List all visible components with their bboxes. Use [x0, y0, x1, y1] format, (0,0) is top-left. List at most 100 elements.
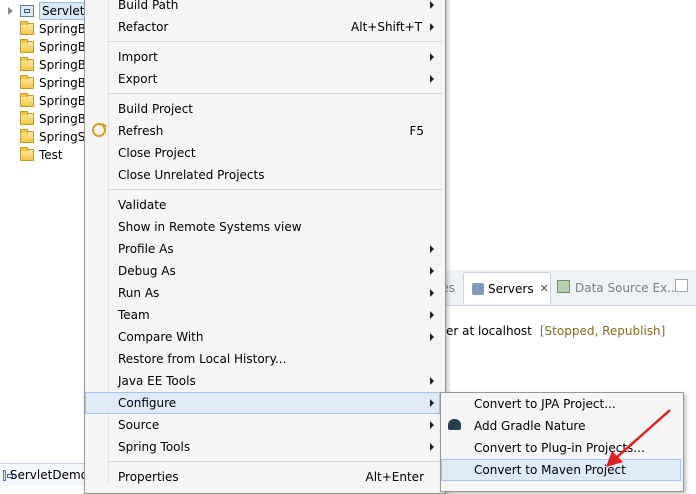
menu-item-profile-as[interactable]: Profile As — [85, 238, 440, 260]
tree-item[interactable]: Test — [0, 146, 63, 164]
menu-separator — [109, 93, 442, 94]
menu-item-run-as[interactable]: Run As — [85, 282, 440, 304]
menu-item-debug-as[interactable]: Debug As — [85, 260, 440, 282]
menu-item-team[interactable]: Team — [85, 304, 440, 326]
tab-label: Servers — [488, 281, 534, 296]
menu-item-label: Spring Tools — [118, 440, 191, 454]
menu-item-label: Profile As — [118, 242, 174, 256]
menu-item-compare-with[interactable]: Compare With — [85, 326, 440, 348]
submenu-item-add-gradle-nature[interactable]: Add Gradle Nature — [441, 415, 681, 437]
refresh-icon — [92, 123, 107, 137]
menu-separator — [109, 41, 442, 42]
servers-icon — [472, 282, 484, 295]
folder-icon — [20, 129, 34, 143]
folder-icon — [20, 57, 34, 71]
menu-item-label: Refresh — [118, 124, 164, 138]
menu-accelerator: Alt+Enter — [365, 470, 424, 484]
submenu-arrow-icon — [430, 245, 434, 253]
menu-item-label: Convert to Maven Project — [474, 463, 626, 477]
submenu-item-convert-to-plugin[interactable]: Convert to Plug-in Projects... — [441, 437, 681, 459]
menu-item-refresh[interactable]: Refresh F5 — [85, 120, 440, 142]
tab-label: ServletDemo — [9, 468, 88, 482]
tree-item-label: Test — [39, 148, 63, 162]
gradle-elephant-icon — [448, 419, 461, 430]
tree-item[interactable]: SpringB — [0, 92, 86, 110]
menu-item-configure[interactable]: Configure — [85, 392, 440, 414]
folder-icon — [20, 75, 34, 89]
submenu-arrow-icon — [430, 289, 434, 297]
menu-item-label: Close Unrelated Projects — [118, 168, 265, 182]
submenu-arrow-icon — [430, 267, 434, 275]
menu-item-spring-tools[interactable]: Spring Tools — [85, 436, 440, 458]
tree-item-label: SpringB — [39, 22, 86, 36]
menu-item-export[interactable]: Export — [85, 68, 440, 90]
web-project-icon — [3, 469, 13, 481]
submenu-item-convert-to-jpa[interactable]: Convert to JPA Project... — [441, 393, 681, 415]
submenu-arrow-icon — [430, 1, 434, 9]
menu-item-label: Run As — [118, 286, 160, 300]
menu-item-restore-local-history[interactable]: Restore from Local History... — [85, 348, 440, 370]
tree-item[interactable]: SpringB — [0, 56, 86, 74]
menu-item-label: Properties — [118, 470, 179, 484]
data-source-icon — [557, 280, 570, 293]
menu-item-label: Validate — [118, 198, 167, 212]
submenu-arrow-icon — [430, 421, 434, 429]
tab-data-source-explorer[interactable]: Data Source Ex... — [575, 281, 679, 295]
folder-icon — [20, 39, 34, 53]
menu-item-build-project[interactable]: Build Project — [85, 98, 440, 120]
menu-item-label: Source — [118, 418, 160, 432]
menu-item-label: Refactor — [118, 20, 169, 34]
menu-item-label: Add Gradle Nature — [474, 419, 586, 433]
tree-item[interactable]: SpringB — [0, 38, 86, 56]
menu-item-build-path[interactable]: Build Path — [85, 0, 440, 16]
submenu-item-convert-to-maven[interactable]: Convert to Maven Project — [441, 459, 681, 481]
submenu-arrow-icon — [430, 23, 434, 31]
tree-item[interactable]: SpringSe — [0, 128, 93, 146]
menu-item-label: Convert to JPA Project... — [474, 397, 616, 411]
submenu-arrow-icon — [430, 75, 434, 83]
server-name: er at localhost — [446, 324, 532, 338]
menu-item-show-in-remote-systems[interactable]: Show in Remote Systems view — [85, 216, 440, 238]
web-project-icon — [20, 5, 34, 17]
server-entry[interactable]: er at localhost [Stopped, Republish] — [446, 324, 665, 338]
menu-item-source[interactable]: Source — [85, 414, 440, 436]
folder-icon — [20, 93, 34, 107]
submenu-arrow-icon — [430, 443, 434, 451]
submenu-arrow-icon — [430, 399, 434, 407]
menu-item-label: Convert to Plug-in Projects... — [474, 441, 645, 455]
tree-item[interactable]: SpringB — [0, 20, 86, 38]
tab-servers[interactable]: Servers ✕ — [463, 272, 551, 304]
menu-separator — [109, 189, 442, 190]
project-explorer-tree: ServletD SpringB SpringB SpringB SpringB… — [0, 0, 97, 170]
menu-separator — [109, 461, 442, 462]
menu-accelerator: Alt+Shift+T — [351, 20, 422, 34]
close-icon[interactable]: ✕ — [540, 282, 549, 295]
folder-icon — [20, 111, 34, 125]
menu-item-validate[interactable]: Validate — [85, 194, 440, 216]
tree-item-label: SpringB — [39, 112, 86, 126]
expand-chevron-icon[interactable] — [6, 6, 16, 16]
menu-item-java-ee-tools[interactable]: Java EE Tools — [85, 370, 440, 392]
menu-item-close-unrelated-projects[interactable]: Close Unrelated Projects — [85, 164, 440, 186]
menu-item-refactor[interactable]: Refactor Alt+Shift+T — [85, 16, 440, 38]
submenu-arrow-icon — [430, 53, 434, 61]
tree-item[interactable]: SpringB — [0, 110, 86, 128]
tree-item-servletdemo[interactable]: ServletD — [0, 2, 97, 20]
tree-item-label: SpringB — [39, 40, 86, 54]
minimize-view-icon[interactable] — [675, 279, 688, 292]
submenu-arrow-icon — [430, 333, 434, 341]
menu-item-label: Debug As — [118, 264, 176, 278]
editor-tab-servletdemo[interactable]: ServletDemo — [0, 463, 88, 486]
menu-item-label: Compare With — [118, 330, 204, 344]
menu-item-label: Build Project — [118, 102, 193, 116]
menu-item-import[interactable]: Import — [85, 46, 440, 68]
menu-item-label: Restore from Local History... — [118, 352, 287, 366]
tree-item[interactable]: SpringB — [0, 74, 86, 92]
menu-item-close-project[interactable]: Close Project — [85, 142, 440, 164]
submenu-arrow-icon — [430, 377, 434, 385]
menu-item-label: Configure — [118, 396, 177, 410]
menu-item-label: Team — [118, 308, 150, 322]
server-status: [Stopped, Republish] — [539, 324, 666, 338]
menu-item-label: Build Path — [118, 0, 179, 12]
menu-item-label: Close Project — [118, 146, 196, 160]
